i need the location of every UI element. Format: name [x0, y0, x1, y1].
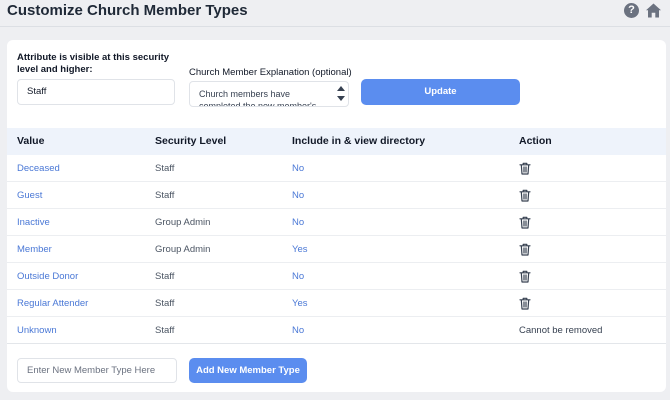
trash-icon[interactable] [519, 162, 531, 175]
security-level-cell: Group Admin [155, 217, 211, 228]
chevron-up-icon[interactable] [337, 86, 345, 91]
directory-toggle[interactable]: Yes [292, 236, 308, 263]
trash-icon[interactable] [519, 297, 531, 310]
security-level-label: Attribute is visible at this security le… [17, 52, 170, 75]
table-row: Inactive Group Admin No [7, 209, 666, 236]
directory-toggle[interactable]: No [292, 155, 304, 182]
security-level-cell: Staff [155, 190, 175, 201]
directory-toggle[interactable]: No [292, 263, 304, 290]
column-header-action: Action [519, 135, 552, 147]
table-row: Member Group Admin Yes [7, 236, 666, 263]
table-row: Outside Donor Staff No [7, 263, 666, 290]
member-type-link[interactable]: Unknown [17, 317, 57, 344]
table-row: Unknown Staff No Cannot be removed [7, 317, 666, 344]
help-icon[interactable]: ? [624, 3, 639, 18]
security-level-cell: Staff [155, 298, 175, 309]
member-type-link[interactable]: Inactive [17, 209, 50, 236]
trash-icon[interactable] [519, 243, 531, 256]
table-header: Value Security Level Include in & view d… [7, 128, 666, 155]
page-title: Customize Church Member Types [7, 2, 248, 19]
explanation-textarea[interactable]: Church members have completed the new me… [189, 81, 349, 107]
update-button[interactable]: Update [361, 79, 520, 105]
trash-icon[interactable] [519, 270, 531, 283]
member-type-link[interactable]: Guest [17, 182, 42, 209]
column-header-directory: Include in & view directory [292, 135, 426, 147]
trash-icon[interactable] [519, 216, 531, 229]
textarea-scroll-arrows[interactable] [337, 84, 345, 104]
security-level-cell: Group Admin [155, 244, 211, 255]
security-level-select[interactable]: Staff [17, 79, 175, 105]
page: Customize Church Member Types ? Attribut… [0, 0, 670, 400]
column-header-security-level: Security Level [155, 135, 227, 147]
table-row: Deceased Staff No [7, 155, 666, 182]
explanation-text: Church members have completed the new me… [199, 89, 317, 107]
member-types-card: Attribute is visible at this security le… [7, 40, 666, 392]
new-member-type-input[interactable]: Enter New Member Type Here [17, 358, 177, 383]
trash-icon[interactable] [519, 189, 531, 202]
member-type-link[interactable]: Member [17, 236, 52, 263]
header-divider [0, 26, 670, 27]
table-row: Guest Staff No [7, 182, 666, 209]
directory-toggle[interactable]: No [292, 182, 304, 209]
column-header-value: Value [17, 135, 45, 147]
cannot-remove-text: Cannot be removed [519, 325, 603, 336]
home-icon[interactable] [645, 2, 662, 19]
security-level-cell: Staff [155, 163, 175, 174]
directory-toggle[interactable]: No [292, 317, 304, 344]
add-member-type-button[interactable]: Add New Member Type [189, 358, 307, 383]
page-header: Customize Church Member Types ? [0, 0, 670, 26]
member-type-link[interactable]: Outside Donor [17, 263, 78, 290]
directory-toggle[interactable]: Yes [292, 290, 308, 317]
directory-toggle[interactable]: No [292, 209, 304, 236]
member-type-link[interactable]: Deceased [17, 155, 60, 182]
security-level-cell: Staff [155, 325, 175, 336]
explanation-label: Church Member Explanation (optional) [189, 67, 352, 78]
table-row: Regular Attender Staff Yes [7, 290, 666, 317]
chevron-down-icon[interactable] [337, 96, 345, 101]
member-type-link[interactable]: Regular Attender [17, 290, 88, 317]
security-level-cell: Staff [155, 271, 175, 282]
